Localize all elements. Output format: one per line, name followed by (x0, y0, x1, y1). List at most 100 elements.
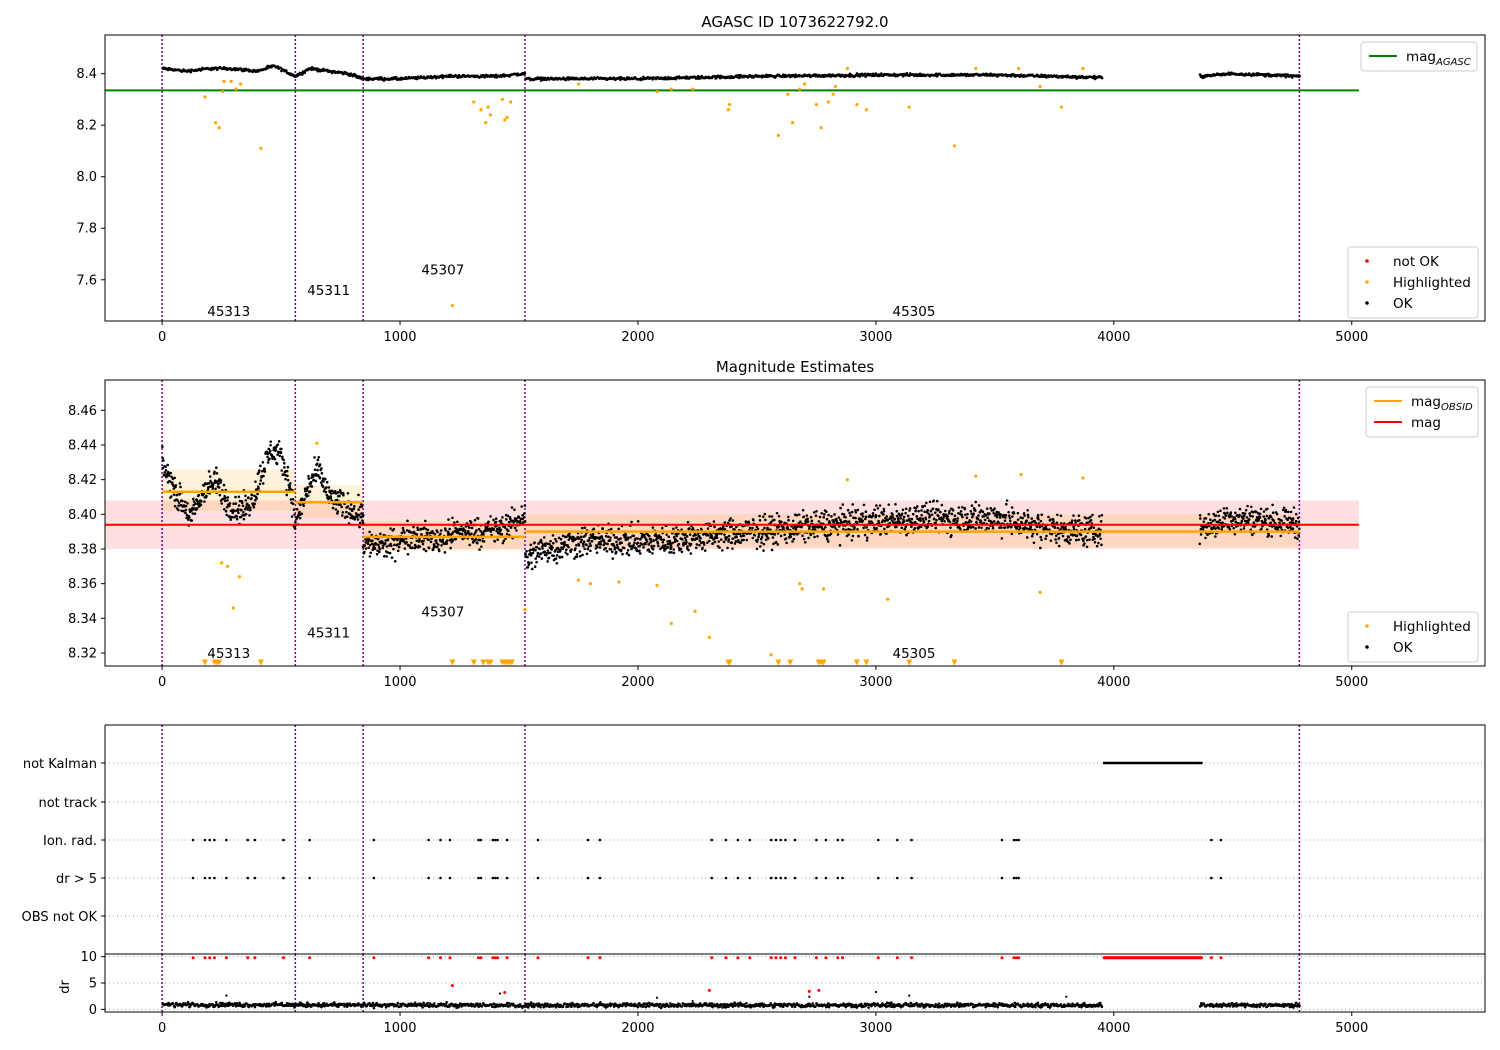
legend-label-main: not OK (1393, 254, 1440, 270)
highlighted-point (234, 87, 238, 91)
ok-point (282, 461, 286, 465)
ok-point (258, 482, 262, 486)
ok-point (523, 520, 527, 523)
legend-label: OK (1393, 640, 1414, 656)
ok-point (1072, 527, 1076, 531)
ok-point (395, 543, 399, 546)
ok-point (660, 538, 663, 541)
ok-point (756, 527, 760, 531)
ok-point (721, 549, 724, 552)
ok-point (217, 486, 221, 489)
ok-point (184, 508, 188, 512)
ok-point (1284, 508, 1288, 512)
ok-point (496, 538, 499, 542)
ok-point (437, 543, 440, 546)
ok-point (372, 544, 376, 547)
ok-point (854, 511, 858, 514)
ok-point (580, 526, 584, 530)
ok-point (340, 505, 344, 509)
ok-point (237, 511, 240, 515)
ok-point (929, 509, 933, 513)
ok-point (236, 507, 240, 511)
flag-point (246, 838, 250, 842)
ok-point (632, 543, 635, 547)
flag-point (1219, 876, 1223, 880)
flag-point (439, 838, 442, 842)
ok-point (257, 469, 261, 472)
ok-point (784, 537, 788, 540)
ok-point (392, 527, 396, 531)
ok-point (851, 534, 855, 538)
ok-point (803, 540, 807, 544)
flag-point (586, 876, 590, 880)
ok-point (983, 518, 987, 522)
ok-point (672, 527, 675, 531)
ok-point (899, 516, 903, 520)
ok-point (707, 533, 710, 537)
ok-point (767, 537, 770, 540)
ok-point (1011, 515, 1014, 518)
flag-point (439, 876, 442, 880)
ok-point (527, 562, 531, 565)
ok-point (250, 493, 254, 497)
ok-point (325, 480, 329, 484)
ok-point (161, 456, 164, 460)
y-tick-label: 7.8 (76, 222, 97, 237)
ok-point (389, 544, 393, 548)
ok-point (636, 537, 639, 540)
flag-point (824, 838, 828, 842)
ok-point (502, 539, 506, 543)
ok-point (1296, 537, 1299, 541)
ok-point (918, 516, 922, 520)
ok-point (240, 508, 243, 512)
flag-point (1000, 838, 1004, 842)
ok-point (799, 520, 802, 524)
ok-point (763, 526, 766, 530)
ok-point (865, 539, 869, 542)
ok-point (565, 548, 568, 552)
ok-point (1272, 519, 1276, 523)
flag-point (1210, 838, 1213, 842)
ok-point (759, 545, 762, 548)
ok-point (965, 521, 968, 524)
ok-point (801, 534, 804, 538)
flag-point (1017, 876, 1020, 880)
ok-point (1008, 516, 1012, 520)
x-tick-label: 0 (158, 675, 166, 690)
ok-point (1214, 514, 1218, 517)
ok-point (620, 541, 623, 545)
ok-point (1074, 521, 1078, 524)
ok-point (861, 519, 865, 523)
ok-point (919, 519, 922, 522)
y-tick-label: 8.46 (68, 404, 97, 419)
legend-label: Highlighted (1393, 619, 1471, 635)
ok-point (656, 542, 660, 545)
highlighted-point (802, 82, 807, 86)
ok-point (812, 511, 816, 514)
ok-point (250, 497, 253, 500)
ok-point (286, 465, 290, 469)
ok-point (1055, 541, 1058, 544)
flag-point (1012, 876, 1016, 880)
ok-point (439, 529, 443, 532)
highlighted-point (1059, 105, 1064, 109)
ok-point (507, 529, 510, 533)
ok-point (1241, 511, 1245, 515)
ok-point (1244, 508, 1248, 512)
ok-point (293, 527, 297, 530)
ok-point (712, 520, 716, 523)
ok-point (165, 474, 169, 478)
ok-point (702, 543, 706, 546)
ok-point (451, 539, 455, 542)
ok-point (501, 516, 504, 519)
flag-series (1102, 761, 1203, 765)
ok-point (1004, 513, 1008, 517)
legend-label: mag (1411, 415, 1441, 431)
ok-point (468, 543, 471, 547)
ok-point (842, 527, 845, 531)
ok-point (433, 532, 437, 536)
ok-point (830, 515, 833, 518)
ok-point (770, 532, 773, 536)
ok-point (825, 517, 829, 521)
y-tick-label: 8.34 (68, 612, 97, 627)
